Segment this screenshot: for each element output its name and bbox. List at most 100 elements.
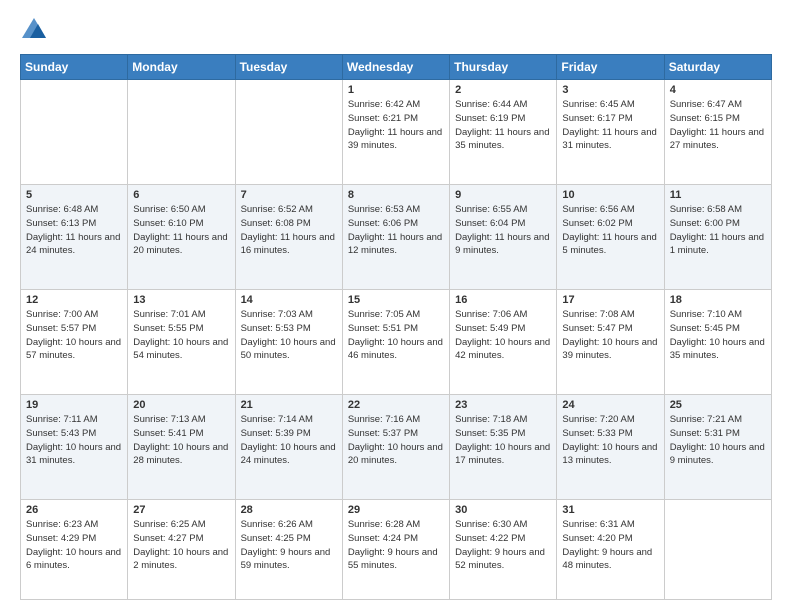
day-info: Sunrise: 7:20 AM Sunset: 5:33 PM Dayligh… bbox=[562, 413, 658, 468]
day-number: 12 bbox=[26, 294, 122, 306]
day-info: Sunrise: 6:30 AM Sunset: 4:22 PM Dayligh… bbox=[455, 518, 551, 573]
day-number: 11 bbox=[670, 189, 766, 201]
day-number: 20 bbox=[133, 399, 229, 411]
weekday-header-saturday: Saturday bbox=[664, 55, 771, 80]
day-info: Sunrise: 6:56 AM Sunset: 6:02 PM Dayligh… bbox=[562, 203, 658, 258]
calendar-cell: 7 Sunrise: 6:52 AM Sunset: 6:08 PM Daylig… bbox=[235, 185, 342, 290]
calendar-cell: 19 Sunrise: 7:11 AM Sunset: 5:43 PM Dayli… bbox=[21, 395, 128, 500]
day-number: 30 bbox=[455, 504, 551, 516]
calendar-cell: 16 Sunrise: 7:06 AM Sunset: 5:49 PM Dayli… bbox=[450, 290, 557, 395]
day-number: 17 bbox=[562, 294, 658, 306]
day-info: Sunrise: 7:03 AM Sunset: 5:53 PM Dayligh… bbox=[241, 308, 337, 363]
day-number: 29 bbox=[348, 504, 444, 516]
day-info: Sunrise: 6:28 AM Sunset: 4:24 PM Dayligh… bbox=[348, 518, 444, 573]
day-number: 27 bbox=[133, 504, 229, 516]
day-number: 3 bbox=[562, 84, 658, 96]
day-number: 22 bbox=[348, 399, 444, 411]
day-number: 18 bbox=[670, 294, 766, 306]
calendar-cell: 29 Sunrise: 6:28 AM Sunset: 4:24 PM Dayli… bbox=[342, 500, 449, 600]
calendar-cell: 6 Sunrise: 6:50 AM Sunset: 6:10 PM Daylig… bbox=[128, 185, 235, 290]
logo-icon bbox=[20, 16, 48, 44]
day-number: 31 bbox=[562, 504, 658, 516]
day-number: 24 bbox=[562, 399, 658, 411]
day-info: Sunrise: 6:23 AM Sunset: 4:29 PM Dayligh… bbox=[26, 518, 122, 573]
day-number: 2 bbox=[455, 84, 551, 96]
calendar-cell: 20 Sunrise: 7:13 AM Sunset: 5:41 PM Dayli… bbox=[128, 395, 235, 500]
day-number: 14 bbox=[241, 294, 337, 306]
page: SundayMondayTuesdayWednesdayThursdayFrid… bbox=[0, 0, 792, 612]
weekday-header-tuesday: Tuesday bbox=[235, 55, 342, 80]
calendar-cell: 22 Sunrise: 7:16 AM Sunset: 5:37 PM Dayli… bbox=[342, 395, 449, 500]
day-info: Sunrise: 7:18 AM Sunset: 5:35 PM Dayligh… bbox=[455, 413, 551, 468]
calendar-cell: 25 Sunrise: 7:21 AM Sunset: 5:31 PM Dayli… bbox=[664, 395, 771, 500]
day-number: 6 bbox=[133, 189, 229, 201]
day-info: Sunrise: 6:44 AM Sunset: 6:19 PM Dayligh… bbox=[455, 98, 551, 153]
weekday-header-monday: Monday bbox=[128, 55, 235, 80]
calendar-cell: 24 Sunrise: 7:20 AM Sunset: 5:33 PM Dayli… bbox=[557, 395, 664, 500]
day-info: Sunrise: 7:05 AM Sunset: 5:51 PM Dayligh… bbox=[348, 308, 444, 363]
weekday-header-friday: Friday bbox=[557, 55, 664, 80]
day-info: Sunrise: 6:45 AM Sunset: 6:17 PM Dayligh… bbox=[562, 98, 658, 153]
calendar-cell: 15Sunrise: 7:05 AM Sunset: 5:51 PM Dayli… bbox=[342, 290, 449, 395]
week-row-5: 26 Sunrise: 6:23 AM Sunset: 4:29 PM Dayli… bbox=[21, 500, 772, 600]
day-number: 7 bbox=[241, 189, 337, 201]
weekday-header-sunday: Sunday bbox=[21, 55, 128, 80]
day-info: Sunrise: 6:31 AM Sunset: 4:20 PM Dayligh… bbox=[562, 518, 658, 573]
calendar-cell: 23 Sunrise: 7:18 AM Sunset: 5:35 PM Dayli… bbox=[450, 395, 557, 500]
calendar-cell: 11 Sunrise: 6:58 AM Sunset: 6:00 PM Dayli… bbox=[664, 185, 771, 290]
calendar-cell: 14 Sunrise: 7:03 AM Sunset: 5:53 PM Dayli… bbox=[235, 290, 342, 395]
calendar-cell: 13 Sunrise: 7:01 AM Sunset: 5:55 PM Dayli… bbox=[128, 290, 235, 395]
calendar-cell: 12 Sunrise: 7:00 AM Sunset: 5:57 PM Dayli… bbox=[21, 290, 128, 395]
day-number: 21 bbox=[241, 399, 337, 411]
day-info: Sunrise: 6:53 AM Sunset: 6:06 PM Dayligh… bbox=[348, 203, 444, 258]
calendar-cell bbox=[664, 500, 771, 600]
day-number: 26 bbox=[26, 504, 122, 516]
day-info: Sunrise: 7:06 AM Sunset: 5:49 PM Dayligh… bbox=[455, 308, 551, 363]
calendar-cell: 28 Sunrise: 6:26 AM Sunset: 4:25 PM Dayli… bbox=[235, 500, 342, 600]
day-number: 5 bbox=[26, 189, 122, 201]
calendar-cell: 18 Sunrise: 7:10 AM Sunset: 5:45 PM Dayli… bbox=[664, 290, 771, 395]
calendar-cell: 26 Sunrise: 6:23 AM Sunset: 4:29 PM Dayli… bbox=[21, 500, 128, 600]
day-info: Sunrise: 7:13 AM Sunset: 5:41 PM Dayligh… bbox=[133, 413, 229, 468]
header bbox=[20, 16, 772, 44]
day-number: 19 bbox=[26, 399, 122, 411]
calendar-cell: 3 Sunrise: 6:45 AM Sunset: 6:17 PM Daylig… bbox=[557, 80, 664, 185]
day-info: Sunrise: 7:16 AM Sunset: 5:37 PM Dayligh… bbox=[348, 413, 444, 468]
day-info: Sunrise: 7:10 AM Sunset: 5:45 PM Dayligh… bbox=[670, 308, 766, 363]
day-number: 25 bbox=[670, 399, 766, 411]
calendar-cell: 5Sunrise: 6:48 AM Sunset: 6:13 PM Daylig… bbox=[21, 185, 128, 290]
day-number: 16 bbox=[455, 294, 551, 306]
calendar-cell bbox=[21, 80, 128, 185]
day-number: 13 bbox=[133, 294, 229, 306]
day-info: Sunrise: 6:50 AM Sunset: 6:10 PM Dayligh… bbox=[133, 203, 229, 258]
day-number: 4 bbox=[670, 84, 766, 96]
day-info: Sunrise: 7:01 AM Sunset: 5:55 PM Dayligh… bbox=[133, 308, 229, 363]
day-info: Sunrise: 6:42 AM Sunset: 6:21 PM Dayligh… bbox=[348, 98, 444, 153]
day-number: 1 bbox=[348, 84, 444, 96]
calendar-cell: 21 Sunrise: 7:14 AM Sunset: 5:39 PM Dayli… bbox=[235, 395, 342, 500]
calendar-cell: 17Sunrise: 7:08 AM Sunset: 5:47 PM Dayli… bbox=[557, 290, 664, 395]
day-info: Sunrise: 7:21 AM Sunset: 5:31 PM Dayligh… bbox=[670, 413, 766, 468]
weekday-header-wednesday: Wednesday bbox=[342, 55, 449, 80]
day-info: Sunrise: 6:47 AM Sunset: 6:15 PM Dayligh… bbox=[670, 98, 766, 153]
day-info: Sunrise: 7:11 AM Sunset: 5:43 PM Dayligh… bbox=[26, 413, 122, 468]
calendar-cell: 2 Sunrise: 6:44 AM Sunset: 6:19 PM Daylig… bbox=[450, 80, 557, 185]
day-number: 23 bbox=[455, 399, 551, 411]
day-info: Sunrise: 7:00 AM Sunset: 5:57 PM Dayligh… bbox=[26, 308, 122, 363]
day-info: Sunrise: 6:26 AM Sunset: 4:25 PM Dayligh… bbox=[241, 518, 337, 573]
day-number: 10 bbox=[562, 189, 658, 201]
week-row-2: 5Sunrise: 6:48 AM Sunset: 6:13 PM Daylig… bbox=[21, 185, 772, 290]
day-info: Sunrise: 6:52 AM Sunset: 6:08 PM Dayligh… bbox=[241, 203, 337, 258]
calendar-cell bbox=[128, 80, 235, 185]
day-info: Sunrise: 6:25 AM Sunset: 4:27 PM Dayligh… bbox=[133, 518, 229, 573]
calendar-cell: 10 Sunrise: 6:56 AM Sunset: 6:02 PM Dayli… bbox=[557, 185, 664, 290]
weekday-header-thursday: Thursday bbox=[450, 55, 557, 80]
calendar-cell bbox=[235, 80, 342, 185]
calendar-cell: 1 Sunrise: 6:42 AM Sunset: 6:21 PM Daylig… bbox=[342, 80, 449, 185]
week-row-4: 19 Sunrise: 7:11 AM Sunset: 5:43 PM Dayli… bbox=[21, 395, 772, 500]
calendar-table: SundayMondayTuesdayWednesdayThursdayFrid… bbox=[20, 54, 772, 600]
day-info: Sunrise: 6:58 AM Sunset: 6:00 PM Dayligh… bbox=[670, 203, 766, 258]
calendar-cell: 9Sunrise: 6:55 AM Sunset: 6:04 PM Daylig… bbox=[450, 185, 557, 290]
day-info: Sunrise: 7:14 AM Sunset: 5:39 PM Dayligh… bbox=[241, 413, 337, 468]
day-number: 28 bbox=[241, 504, 337, 516]
